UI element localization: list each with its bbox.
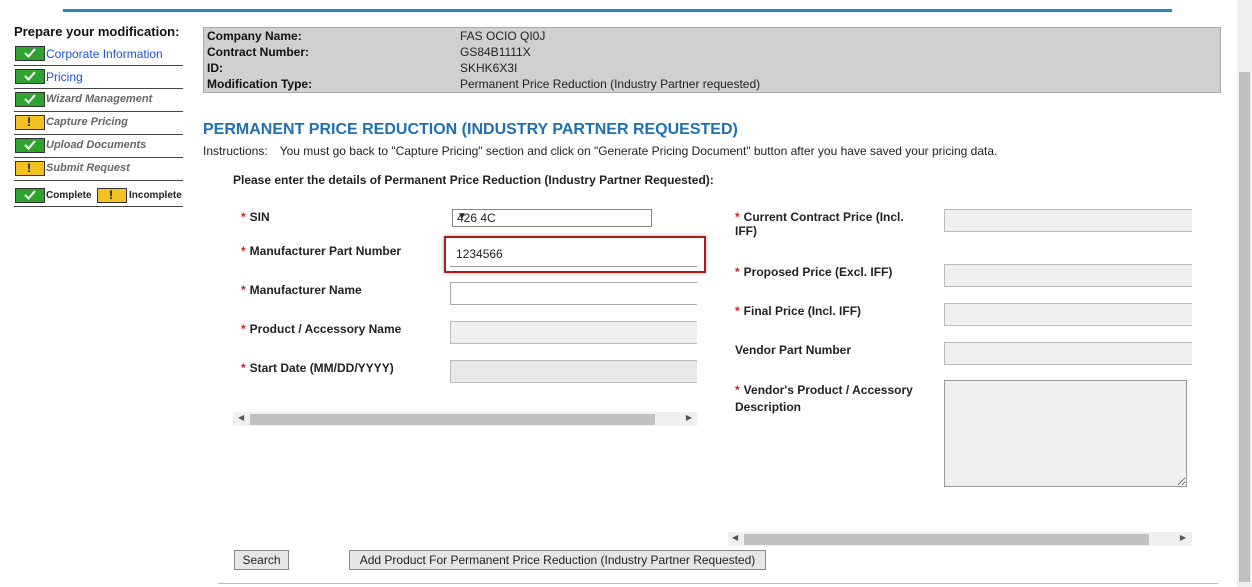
mpn-input-value: 1234566 [456, 247, 503, 261]
instructions-text: You must go back to "Capture Pricing" se… [279, 144, 998, 158]
dropdown-arrow-icon: ▼ [457, 211, 467, 222]
sidebar-item-label[interactable]: Pricing [46, 70, 83, 84]
modification-type-value: Permanent Price Reduction (Industry Part… [460, 77, 761, 91]
proposed-price-label-text: Proposed Price (Excl. IFF) [743, 265, 893, 279]
required-mark: * [735, 383, 740, 397]
final-price-input[interactable] [944, 303, 1192, 326]
legend-complete-label: Complete [46, 190, 92, 201]
current-price-label-line1: Current Contract Price (Incl. [743, 210, 904, 224]
wizard-sidebar: Prepare your modification: Corporate Inf… [14, 24, 184, 207]
mpn-label-text: Manufacturer Part Number [249, 244, 402, 258]
vendor-description-label-line2: Description [735, 400, 802, 414]
divider [218, 583, 1218, 584]
sin-label: * SIN [241, 210, 270, 224]
scroll-left-arrow-icon[interactable]: ◀ [238, 413, 244, 422]
right-horizontal-scrollbar[interactable]: ◀ ▶ [728, 532, 1192, 546]
instructions-label: Instructions: [203, 144, 268, 158]
complete-check-icon [15, 138, 45, 153]
company-name-label: Company Name: [207, 29, 302, 43]
complete-check-icon [15, 69, 45, 84]
required-mark: * [241, 283, 246, 297]
vendor-description-label-line1: Vendor's Product / Accessory [743, 383, 913, 397]
required-mark: * [735, 265, 740, 279]
contract-number-value: GS84B1111X [460, 45, 531, 59]
left-horizontal-scrollbar[interactable]: ◀ ▶ [233, 412, 697, 426]
vendor-description-textarea[interactable] [944, 380, 1187, 487]
instructions: Instructions: You must go back to "Captur… [203, 144, 997, 158]
required-mark: * [735, 304, 740, 318]
required-mark: * [241, 322, 246, 336]
proposed-price-input[interactable] [944, 264, 1192, 287]
start-date-input[interactable] [450, 360, 697, 383]
vendor-description-label: * Vendor's Product / Accessory Description [735, 382, 925, 416]
current-contract-price-label: * Current Contract Price (Incl. IFF) [735, 210, 925, 238]
sidebar-item-label: Capture Pricing [46, 116, 128, 128]
vendor-part-number-input[interactable] [944, 342, 1192, 365]
add-product-button[interactable]: Add Product For Permanent Price Reductio… [349, 550, 766, 570]
scroll-right-arrow-icon[interactable]: ▶ [1180, 533, 1186, 542]
sidebar-item-label: Upload Documents [46, 139, 147, 151]
manufacturer-name-input[interactable] [450, 282, 697, 305]
manufacturer-name-label: * Manufacturer Name [241, 283, 362, 297]
form-intro: Please enter the details of Permanent Pr… [233, 173, 714, 187]
required-mark: * [241, 210, 246, 224]
sidebar-item-label: Submit Request [46, 162, 130, 174]
vendor-part-number-label: Vendor Part Number [735, 343, 852, 357]
manufacturer-name-label-text: Manufacturer Name [249, 283, 362, 297]
contract-info-box: Company Name: FAS OCIO QI0J Contract Num… [203, 27, 1221, 93]
current-contract-price-input[interactable] [944, 209, 1192, 232]
start-date-label-text: Start Date (MM/DD/YYYY) [249, 361, 394, 375]
sidebar-item-pricing[interactable]: Pricing [14, 66, 183, 89]
current-price-label-line2: IFF) [735, 224, 757, 238]
scroll-thumb[interactable] [250, 414, 655, 425]
sin-select[interactable]: 426 4C ▼ [452, 209, 652, 227]
page-title: PERMANENT PRICE REDUCTION (INDUSTRY PART… [203, 121, 738, 138]
product-name-input[interactable] [450, 321, 697, 344]
complete-check-icon [15, 188, 45, 203]
mpn-input[interactable]: 1234566 [450, 242, 697, 267]
sidebar-item-label[interactable]: Corporate Information [46, 47, 163, 61]
proposed-price-label: * Proposed Price (Excl. IFF) [735, 265, 892, 279]
scroll-thumb[interactable] [1239, 72, 1250, 582]
sidebar-item-submit-request: ! Submit Request [14, 158, 183, 181]
required-mark: * [241, 244, 246, 258]
scroll-thumb[interactable] [744, 534, 1149, 545]
id-value: SKHK6X3I [460, 61, 518, 75]
id-label: ID: [207, 61, 223, 75]
sidebar-item-label: Wizard Management [46, 93, 153, 105]
sidebar-item-capture-pricing: ! Capture Pricing [14, 112, 183, 135]
sidebar-item-upload-documents: Upload Documents [14, 135, 183, 158]
company-name-value: FAS OCIO QI0J [460, 29, 546, 43]
sidebar-title: Prepare your modification: [14, 24, 180, 39]
final-price-label: * Final Price (Incl. IFF) [735, 304, 861, 318]
sidebar-item-corporate-information[interactable]: Corporate Information [14, 43, 183, 66]
required-mark: * [241, 361, 246, 375]
incomplete-warning-icon: ! [15, 161, 45, 176]
incomplete-warning-icon: ! [15, 115, 45, 130]
product-name-label: * Product / Accessory Name [241, 322, 401, 336]
top-accent-bar [63, 9, 1172, 12]
legend-incomplete-label: Incomplete [129, 190, 182, 201]
sin-label-text: SIN [249, 210, 270, 224]
scroll-right-arrow-icon[interactable]: ▶ [686, 413, 692, 422]
required-mark: * [735, 210, 740, 224]
product-name-label-text: Product / Accessory Name [249, 322, 402, 336]
sidebar-item-wizard-management: Wizard Management [14, 89, 183, 112]
complete-check-icon [15, 46, 45, 61]
incomplete-warning-icon: ! [97, 188, 127, 203]
start-date-label: * Start Date (MM/DD/YYYY) [241, 361, 394, 375]
search-button[interactable]: Search [234, 550, 289, 570]
mpn-label: * Manufacturer Part Number [241, 244, 401, 258]
contract-number-label: Contract Number: [207, 45, 310, 59]
final-price-label-text: Final Price (Incl. IFF) [743, 304, 862, 318]
status-legend: Complete ! Incomplete [14, 186, 183, 207]
complete-check-icon [15, 92, 45, 107]
page-vertical-scrollbar[interactable] [1237, 0, 1252, 587]
scroll-left-arrow-icon[interactable]: ◀ [732, 533, 738, 542]
modification-type-label: Modification Type: [207, 77, 313, 91]
